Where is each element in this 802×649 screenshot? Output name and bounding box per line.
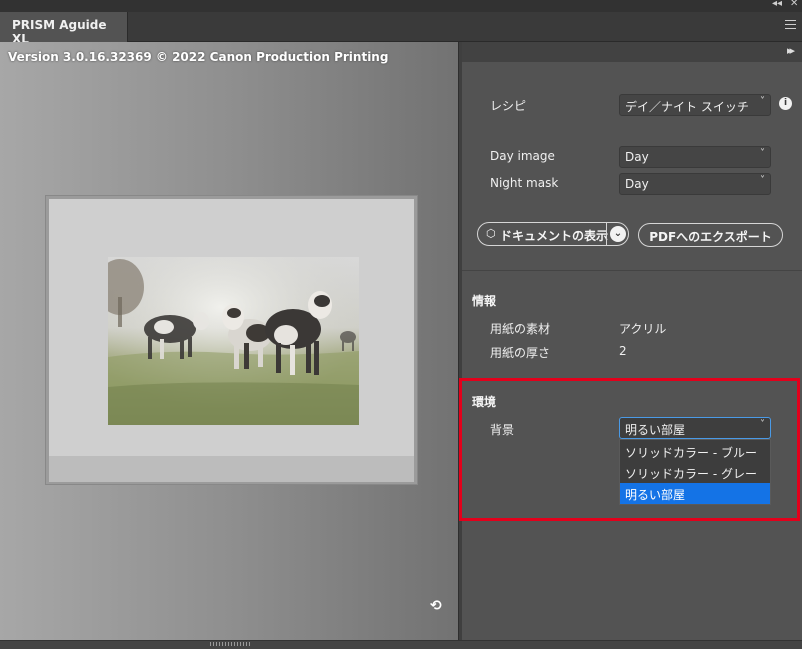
info-icon[interactable]: i bbox=[779, 97, 792, 110]
show-document-label: ドキュメントの表示 bbox=[500, 229, 609, 243]
night-mask-value: Day bbox=[625, 177, 649, 191]
day-image-value: Day bbox=[625, 150, 649, 164]
chevron-down-icon: ˅ bbox=[760, 148, 765, 159]
scrollbar-track[interactable] bbox=[0, 640, 802, 649]
paper-material-label: 用紙の素材 bbox=[490, 322, 551, 336]
collapse-panels-icon[interactable]: ◂◂ bbox=[772, 0, 782, 9]
acrylic-board bbox=[49, 199, 414, 482]
board-bottom-stripe bbox=[49, 456, 414, 482]
tab-bar: PRISM Aguide XL bbox=[0, 12, 802, 46]
chevron-down-icon: ⌄ bbox=[610, 226, 626, 242]
paper-thickness-label: 用紙の厚さ bbox=[490, 346, 551, 360]
chevron-down-icon: ˅ bbox=[760, 175, 765, 186]
night-mask-label: Night mask bbox=[490, 176, 559, 190]
preview-area: Version 3.0.16.32369 © 2022 Canon Produc… bbox=[0, 42, 458, 640]
info-section-title: 情報 bbox=[472, 294, 497, 308]
tab-prism-aguide[interactable]: PRISM Aguide XL bbox=[0, 12, 128, 46]
chevron-down-icon: ˅ bbox=[760, 96, 765, 107]
collapse-panel-icon[interactable]: ▸▸ bbox=[787, 44, 795, 57]
close-icon[interactable]: ✕ bbox=[790, 0, 798, 9]
section-divider bbox=[462, 270, 802, 271]
show-document-split[interactable]: ⌄ bbox=[606, 223, 628, 245]
paper-material-value: アクリル bbox=[619, 322, 667, 336]
recipe-dropdown[interactable]: デイ／ナイト スイッチ ˅ bbox=[619, 94, 771, 116]
panel-frame bbox=[45, 195, 418, 485]
scrollbar-grip[interactable] bbox=[210, 642, 250, 646]
highlight-box bbox=[459, 378, 800, 521]
hamburger-menu-icon[interactable] bbox=[785, 20, 796, 29]
export-pdf-button[interactable]: PDFへのエクスポート bbox=[638, 223, 783, 247]
cow-photo bbox=[108, 257, 359, 425]
day-image-dropdown[interactable]: Day ˅ bbox=[619, 146, 771, 168]
panel-header: ▸▸ bbox=[462, 42, 802, 62]
version-text: Version 3.0.16.32369 © 2022 Canon Produc… bbox=[8, 50, 389, 64]
show-document-button[interactable]: ⬡ ドキュメントの表示 ⌄ bbox=[477, 222, 629, 246]
reset-view-icon[interactable]: ⟲ bbox=[430, 598, 442, 614]
paper-thickness-value: 2 bbox=[619, 344, 627, 358]
recipe-label: レシピ bbox=[490, 99, 527, 113]
window-top-strip: ◂◂ ✕ bbox=[0, 0, 802, 12]
cube-icon: ⬡ bbox=[486, 227, 496, 240]
night-mask-dropdown[interactable]: Day ˅ bbox=[619, 173, 771, 195]
cow-photo-drawing bbox=[108, 257, 359, 425]
day-image-label: Day image bbox=[490, 149, 555, 163]
recipe-value: デイ／ナイト スイッチ bbox=[625, 100, 749, 114]
settings-panel: ▸▸ レシピ デイ／ナイト スイッチ ˅ i Day image Day ˅ N… bbox=[462, 42, 802, 640]
